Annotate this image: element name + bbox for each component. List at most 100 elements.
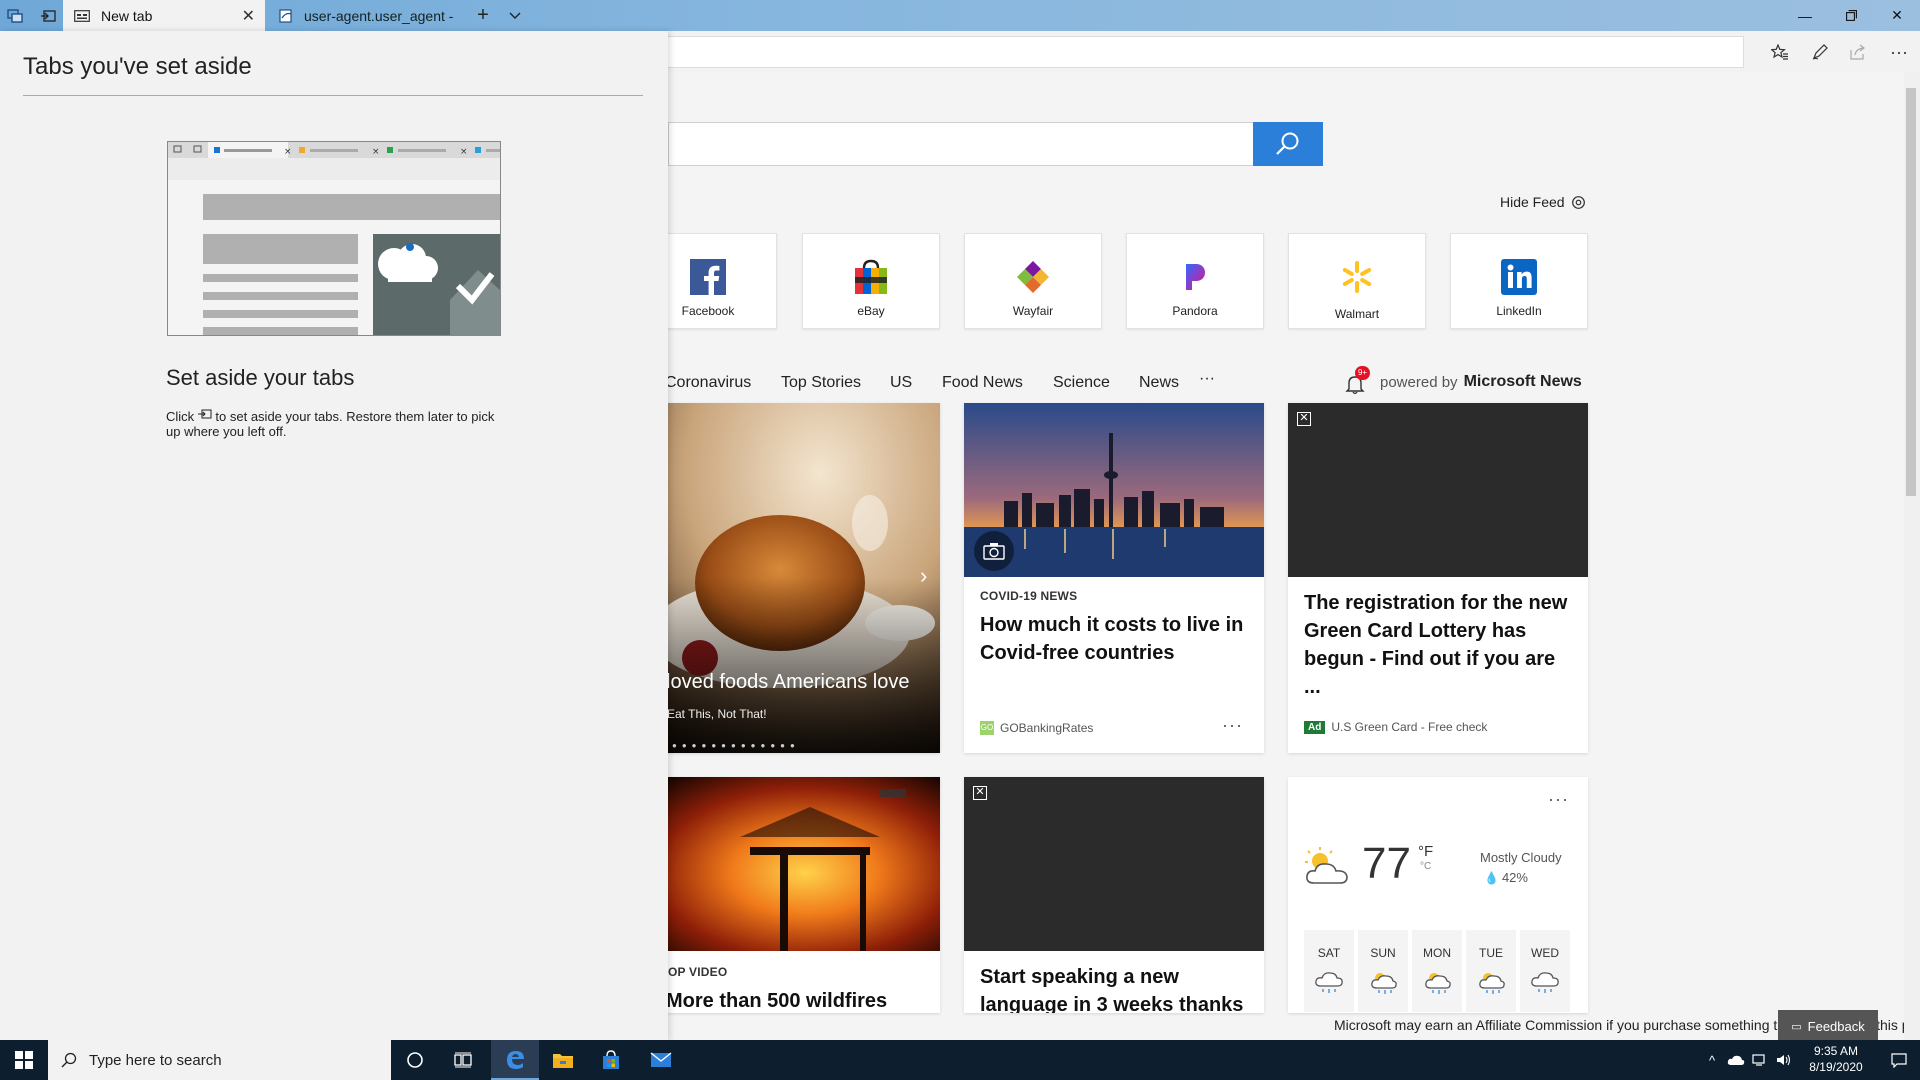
file-explorer-icon[interactable] — [539, 1040, 587, 1080]
powered-by-brand: Microsoft News — [1463, 373, 1582, 390]
close-tab-icon[interactable]: ✕ — [242, 6, 255, 26]
nav-top-stories[interactable]: Top Stories — [781, 374, 861, 392]
video-card-wildfires[interactable]: OP VIDEO More than 500 wildfires — [640, 777, 940, 1013]
feedback-label: Feedback — [1807, 1018, 1865, 1034]
feedback-button[interactable]: ▭ Feedback — [1778, 1010, 1878, 1042]
carousel-next-icon[interactable]: › — [920, 563, 927, 589]
nav-coronavirus[interactable]: Coronavirus — [665, 374, 751, 392]
store-icon[interactable] — [587, 1040, 635, 1080]
edge-taskbar-icon[interactable] — [491, 1040, 539, 1080]
scrollbar-thumb[interactable] — [1906, 88, 1916, 496]
forecast-day-wed[interactable]: WED — [1520, 930, 1570, 1012]
maximize-icon[interactable] — [1828, 0, 1874, 31]
facebook-logo-icon — [689, 258, 727, 296]
tile-walmart[interactable]: Walmart — [1288, 233, 1426, 329]
task-view-icon[interactable] — [439, 1040, 487, 1080]
forecast-day-tue[interactable]: TUE — [1466, 930, 1516, 1012]
linkedin-logo-icon — [1500, 258, 1538, 296]
clock-time: 9:35 AM — [1813, 1044, 1859, 1058]
news-card-food[interactable]: loved foods Americans love Eat This, Not… — [640, 403, 940, 753]
card-more-button[interactable]: ··· — [1222, 715, 1243, 736]
more-icon[interactable]: ··· — [1881, 36, 1917, 68]
carousel-dots[interactable]: ●●●●●●●●●●●●● — [672, 741, 800, 750]
weather-more-button[interactable]: ··· — [1548, 789, 1569, 810]
set-aside-icon[interactable] — [33, 0, 63, 31]
search-button[interactable] — [1253, 122, 1323, 166]
card-title: How much it costs to live in Covid-free … — [980, 614, 1244, 664]
forecast-day-mon[interactable]: MON — [1412, 930, 1462, 1012]
sun-rain-icon — [1371, 973, 1397, 994]
nav-food-news[interactable]: Food News — [942, 374, 1023, 392]
network-icon[interactable] — [1748, 1040, 1772, 1080]
show-hidden-icons[interactable]: ^ — [1700, 1040, 1724, 1080]
tile-linkedin[interactable]: LinkedIn — [1450, 233, 1588, 329]
card-source-label: U.S Green Card - Free check — [1331, 720, 1488, 734]
pen-icon[interactable] — [1802, 36, 1838, 68]
set-aside-icon — [197, 409, 212, 419]
new-tab-icon[interactable]: + — [468, 0, 498, 31]
tile-label: Facebook — [681, 304, 735, 318]
news-card-covid[interactable]: COVID-19 NEWS How much it costs to live … — [964, 403, 1264, 753]
set-aside-illustration: × × × — [167, 141, 501, 336]
tile-ebay[interactable]: eBay — [802, 233, 940, 329]
tile-pandora[interactable]: Pandora — [1126, 233, 1264, 329]
tile-wayfair[interactable]: Wayfair — [964, 233, 1102, 329]
forecast-day-label: SUN — [1370, 946, 1396, 960]
taskbar-search-box[interactable]: Type here to search — [48, 1040, 391, 1080]
precip-value: 42% — [1501, 870, 1528, 885]
weather-temperature: 77 — [1362, 839, 1411, 888]
tile-label: eBay — [857, 304, 885, 318]
rain-cloud-icon — [1315, 972, 1343, 993]
nav-news[interactable]: News — [1139, 374, 1179, 392]
onedrive-icon[interactable] — [1724, 1040, 1748, 1080]
favorites-icon[interactable] — [1762, 36, 1798, 68]
wayfair-logo-icon — [1014, 258, 1052, 296]
notifications-button[interactable]: 9+ — [1343, 366, 1370, 395]
forecast-day-label: TUE — [1479, 946, 1503, 960]
nav-more-button[interactable]: ··· — [1199, 370, 1215, 388]
search-icon — [61, 1052, 77, 1068]
turkey-image — [640, 403, 940, 753]
card-source: Ad U.S Green Card - Free check — [1304, 720, 1487, 734]
mail-icon[interactable] — [637, 1040, 685, 1080]
taskbar-search-placeholder: Type here to search — [89, 1051, 222, 1069]
nav-science[interactable]: Science — [1053, 374, 1110, 392]
ad-image-placeholder — [964, 777, 1264, 951]
powered-by-label: powered by — [1380, 373, 1458, 391]
tile-label: LinkedIn — [1496, 304, 1542, 318]
ad-card-green-card[interactable]: ✕ The registration for the new Green Car… — [1288, 403, 1588, 753]
rain-cloud-icon — [1531, 972, 1559, 993]
unit-fahrenheit[interactable]: °F — [1418, 843, 1433, 860]
tabs-aside-icon[interactable] — [0, 0, 30, 31]
hide-feed-button[interactable]: Hide Feed — [1500, 194, 1586, 210]
system-clock[interactable]: 9:35 AM 8/19/2020 — [1796, 1043, 1876, 1075]
tile-label: Walmart — [1334, 307, 1380, 321]
forecast-day-sat[interactable]: SAT — [1304, 930, 1354, 1012]
forecast-day-sun[interactable]: SUN — [1358, 930, 1408, 1012]
start-button[interactable] — [0, 1040, 48, 1080]
ad-card-language[interactable]: ✕ Start speaking a new language in 3 wee… — [964, 777, 1264, 1013]
tab-new-tab[interactable]: New tab ✕ — [63, 0, 265, 31]
tab-list-chevron-icon[interactable] — [500, 0, 530, 31]
volume-icon[interactable] — [1772, 1040, 1796, 1080]
notification-badge: 9+ — [1355, 366, 1370, 380]
share-icon[interactable] — [1840, 36, 1876, 68]
forecast-day-label: WED — [1531, 946, 1559, 960]
weather-condition: Mostly Cloudy — [1480, 850, 1562, 865]
ad-badge: Ad — [1304, 720, 1326, 734]
pandora-logo-icon — [1176, 258, 1214, 296]
nav-us[interactable]: US — [890, 374, 912, 392]
minimize-icon[interactable]: — — [1782, 0, 1828, 31]
cortana-icon[interactable] — [391, 1040, 439, 1080]
sun-rain-icon — [1425, 973, 1451, 994]
action-center-icon[interactable] — [1878, 1040, 1920, 1080]
panel-title: Tabs you've set aside — [23, 53, 252, 80]
card-category: OP VIDEO — [668, 965, 728, 979]
address-bar[interactable] — [660, 36, 1744, 68]
title-bar: New tab ✕ user-agent.user_agent - The + … — [0, 0, 1920, 31]
tab-user-agent[interactable]: user-agent.user_agent - The — [268, 0, 466, 31]
web-search-input[interactable] — [668, 122, 1254, 166]
close-icon[interactable]: ✕ — [1874, 0, 1920, 31]
unit-celsius[interactable]: °C — [1420, 861, 1431, 872]
sun-rain-icon — [1479, 973, 1505, 994]
